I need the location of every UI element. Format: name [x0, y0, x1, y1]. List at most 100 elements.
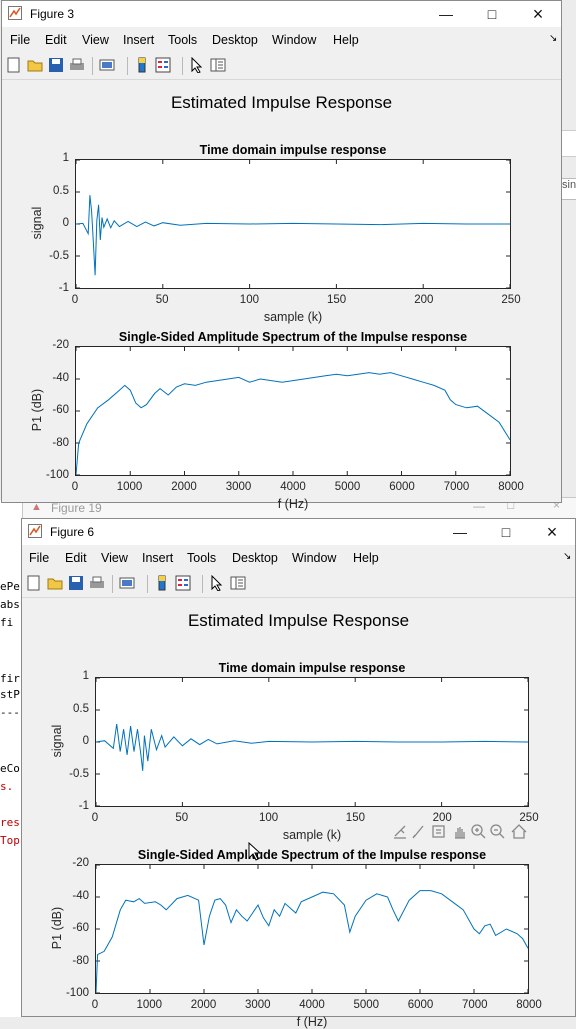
save-icon[interactable]: [48, 57, 64, 73]
menu-overflow-icon[interactable]: ↘: [549, 33, 557, 44]
legend-icon[interactable]: [175, 575, 191, 591]
title-bar: Figure 3 — □ ×: [2, 1, 561, 27]
data-series-line: [76, 195, 510, 276]
x-tick-label: 8000: [516, 999, 542, 1011]
plot-svg: [76, 347, 510, 475]
axes-toolbar[interactable]: [392, 822, 532, 842]
home-icon: [511, 824, 527, 839]
open-file-icon[interactable]: [27, 57, 43, 73]
maximize-button[interactable]: □: [483, 519, 529, 545]
minimize-button[interactable]: —: [437, 519, 483, 545]
colorbar-icon[interactable]: [134, 57, 150, 73]
figure3-window[interactable]: Figure 3 — □ × File Edit View Insert Tools Deskto…: [1, 0, 562, 511]
x-tick-label: 8000: [498, 481, 524, 493]
menu-file[interactable]: File: [29, 551, 49, 565]
background-code-line: abs: [0, 598, 20, 611]
y-tick-label: -1: [78, 800, 89, 812]
x-tick-label: 50: [155, 294, 169, 306]
minimize-button[interactable]: —: [423, 1, 469, 27]
menu-insert[interactable]: Insert: [123, 33, 154, 47]
axes-title: Single-Sided Amplitude Spectrum of the I…: [118, 330, 468, 344]
new-figure-icon[interactable]: [6, 57, 22, 73]
axes-title: Time domain impulse response: [218, 661, 406, 675]
data-series-line: [96, 890, 528, 993]
plot-axes[interactable]: [95, 864, 529, 994]
x-tick-label: 50: [175, 812, 189, 824]
zoom-in-icon: [471, 824, 486, 839]
figure-canvas: Estimated Impulse Response Time domain im…: [2, 81, 561, 511]
menu-edit[interactable]: Edit: [45, 33, 67, 47]
menu-file[interactable]: File: [10, 33, 30, 47]
open-file-icon[interactable]: [47, 575, 63, 591]
legend-icon[interactable]: [155, 57, 171, 73]
background-right-pane: [561, 130, 576, 157]
datatip-icon: [432, 825, 445, 838]
y-axis-label: P1 (dB): [50, 906, 64, 950]
close-button[interactable]: ×: [529, 519, 575, 545]
x-tick-label: 250: [501, 294, 521, 306]
link-plot-icon[interactable]: [99, 57, 115, 73]
x-tick-label: 200: [414, 294, 434, 306]
edit-plot-icon[interactable]: [209, 574, 225, 592]
toolbar-separator: [202, 575, 203, 593]
x-tick-label: 5000: [334, 481, 361, 493]
figure6-window[interactable]: Figure 6 — □ × File Edit View Insert Tools Deskto…: [21, 518, 576, 1029]
print-icon[interactable]: [89, 575, 105, 591]
x-tick-label: 7000: [461, 999, 488, 1011]
background-code-line: ePe: [0, 580, 20, 593]
x-tick-label: 0: [91, 812, 99, 824]
save-icon[interactable]: [68, 575, 84, 591]
x-tick-label: 1000: [116, 481, 143, 493]
maximize-button[interactable]: □: [469, 1, 515, 27]
toolbar-separator: [182, 57, 183, 75]
background-code-line: fir: [0, 672, 20, 685]
link-plot-icon[interactable]: [119, 575, 135, 591]
data-series-line: [76, 372, 510, 475]
plot-axes[interactable]: [75, 159, 511, 289]
background-code-line: ---: [0, 706, 20, 719]
menu-edit[interactable]: Edit: [65, 551, 87, 565]
property-inspector-icon[interactable]: [210, 57, 226, 73]
y-tick-label: 1: [62, 152, 69, 164]
window-title: Figure 6: [50, 525, 95, 539]
plot-axes[interactable]: [95, 677, 529, 807]
print-icon[interactable]: [69, 57, 85, 73]
figure-toolbar: [2, 53, 561, 80]
x-tick-label: 0: [71, 481, 79, 493]
y-tick-label: -20: [52, 339, 69, 351]
menu-insert[interactable]: Insert: [142, 551, 173, 565]
menu-desktop[interactable]: Desktop: [212, 33, 258, 47]
mouse-cursor: [248, 842, 262, 861]
menu-window[interactable]: Window: [292, 551, 336, 565]
y-tick-label: -100: [45, 469, 69, 481]
x-tick-label: 100: [259, 812, 279, 824]
x-tick-label: 150: [345, 812, 365, 824]
x-tick-label: 4000: [299, 999, 325, 1011]
menu-overflow-icon[interactable]: ↘: [563, 551, 571, 562]
plot-axes[interactable]: [75, 346, 511, 476]
y-tick-label: -20: [72, 857, 89, 869]
menu-view[interactable]: View: [82, 33, 109, 47]
x-tick-label: 0: [91, 999, 99, 1011]
property-inspector-icon[interactable]: [230, 575, 246, 591]
menu-help[interactable]: Help: [353, 551, 379, 565]
menu-window[interactable]: Window: [272, 33, 316, 47]
pan-icon: [455, 827, 465, 839]
figure-title: Estimated Impulse Response: [187, 611, 410, 630]
export-icon: [394, 825, 406, 839]
new-figure-icon[interactable]: [26, 575, 42, 591]
menu-tools[interactable]: Tools: [187, 551, 216, 565]
edit-plot-icon[interactable]: [189, 56, 205, 74]
x-tick-label: 1000: [136, 999, 163, 1011]
menu-desktop[interactable]: Desktop: [232, 551, 278, 565]
colorbar-icon[interactable]: [154, 575, 170, 591]
menu-tools[interactable]: Tools: [168, 33, 197, 47]
menu-view[interactable]: View: [101, 551, 128, 565]
close-button[interactable]: ×: [515, 1, 561, 27]
figure-canvas: Estimated Impulse Response Time domain im…: [22, 599, 575, 1029]
background-code-line: stP: [0, 688, 20, 701]
toolbar-separator: [112, 575, 113, 593]
x-tick-label: 150: [327, 294, 347, 306]
background-editor: [0, 500, 22, 1017]
menu-help[interactable]: Help: [333, 33, 359, 47]
